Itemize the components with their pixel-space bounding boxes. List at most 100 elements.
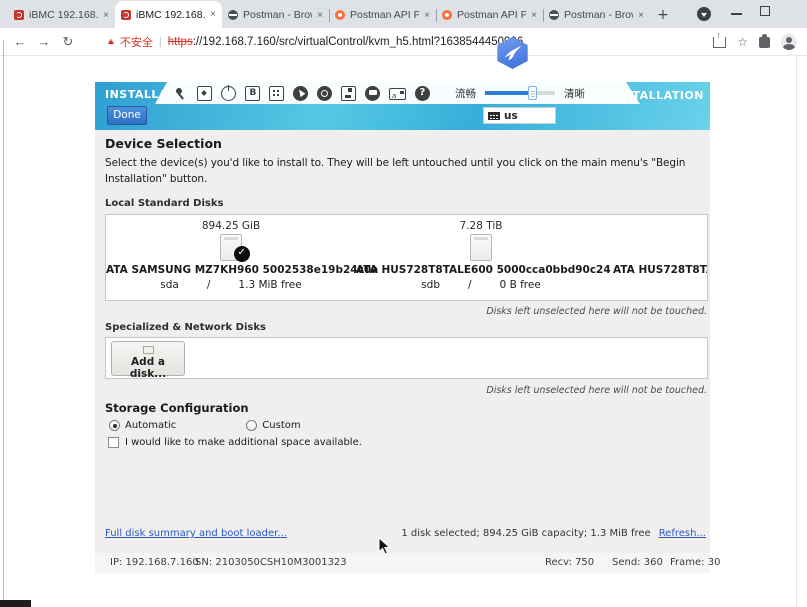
disk-detail-row: sdc bbox=[606, 279, 708, 291]
tab-close-icon[interactable]: × bbox=[210, 9, 216, 20]
disk-dev: sda bbox=[160, 279, 179, 291]
warning-triangle-icon: ! bbox=[106, 36, 116, 47]
disk-size: 7.28 TiB bbox=[356, 220, 606, 232]
window-minimize-button[interactable] bbox=[731, 13, 742, 15]
done-button[interactable]: Done bbox=[107, 106, 147, 125]
tab-close-icon[interactable]: × bbox=[317, 10, 323, 21]
extensions-icon[interactable] bbox=[759, 37, 770, 48]
full-disk-summary-link[interactable]: Full disk summary and boot loader... bbox=[105, 528, 287, 539]
window-maximize-button[interactable] bbox=[760, 6, 770, 16]
new-tab-button[interactable]: + bbox=[650, 2, 676, 28]
disk-separator: / bbox=[207, 279, 211, 291]
mouse-icon[interactable] bbox=[293, 86, 308, 101]
globe-icon bbox=[228, 10, 238, 20]
back-icon[interactable] bbox=[8, 34, 32, 49]
tab-close-icon[interactable]: × bbox=[424, 10, 430, 21]
url-scheme[interactable]: https bbox=[168, 36, 193, 48]
status-sn: SN: 2103050CSH10M3001323 bbox=[195, 557, 347, 568]
screen-icon[interactable] bbox=[365, 86, 380, 101]
tab-close-icon[interactable]: × bbox=[103, 10, 109, 21]
radio-custom-label: Custom bbox=[262, 420, 300, 431]
bird-icon bbox=[502, 43, 524, 63]
disk-free: 0 B free bbox=[500, 279, 541, 291]
bookmark-star-icon[interactable] bbox=[737, 35, 748, 49]
tab-title: iBMC 192.168.7.16 bbox=[29, 9, 98, 21]
disk-detail-row: sdb / 0 B free bbox=[356, 279, 606, 291]
url-text[interactable]: ://192.168.7.160/src/virtualControl/kvm_… bbox=[193, 36, 524, 48]
pin-icon[interactable] bbox=[173, 86, 188, 101]
status-recv: Recv: 750 bbox=[545, 557, 594, 568]
slider-fill bbox=[485, 91, 531, 95]
disk-size: 7 bbox=[606, 220, 708, 232]
share-icon[interactable] bbox=[713, 37, 726, 48]
page-title: Device Selection bbox=[105, 136, 222, 151]
storage-config-options: Automatic Custom bbox=[109, 420, 301, 431]
disk-sdb[interactable]: 7.28 TiB ATA HUS728T8TALE600 5000cca0bbd… bbox=[356, 220, 606, 291]
tab-postman-browse-2[interactable]: Postman - Browse × bbox=[543, 2, 650, 28]
floppy-icon[interactable] bbox=[341, 86, 356, 101]
quality-low-label: 流畅 bbox=[455, 86, 476, 101]
address-bar-actions bbox=[713, 28, 797, 56]
tab-close-icon[interactable]: × bbox=[638, 10, 644, 21]
tab-ibmc-2-active[interactable]: iBMC 192.168.7.16 × bbox=[115, 1, 222, 28]
fullscreen-icon[interactable] bbox=[197, 86, 212, 101]
profile-avatar[interactable] bbox=[781, 34, 797, 50]
disk-dev: sdb bbox=[421, 279, 440, 291]
specialized-disks-panel: Add a disk... bbox=[105, 337, 708, 379]
refresh-link[interactable]: Refresh... bbox=[659, 528, 706, 539]
selection-summary-group: 1 disk selected; 894.25 GiB capacity; 1.… bbox=[401, 528, 706, 539]
slider-handle[interactable] bbox=[528, 86, 537, 100]
kvm-toolbar: 流畅 清晰 bbox=[155, 82, 640, 104]
scrollbar-track[interactable] bbox=[796, 56, 797, 607]
tab-close-icon[interactable]: × bbox=[531, 10, 537, 21]
radio-automatic[interactable] bbox=[109, 420, 120, 431]
specialized-disks-label: Specialized & Network Disks bbox=[105, 322, 266, 333]
mouse-cursor bbox=[378, 537, 391, 560]
postman-icon bbox=[442, 10, 452, 20]
quality-slider[interactable] bbox=[485, 86, 555, 100]
tab-title: Postman - Browse bbox=[243, 9, 312, 21]
disk-name: ATA HUS728T8TALE600 5000cca0bbd90c24 bbox=[356, 264, 606, 276]
disk-free: 1.3 MiB free bbox=[238, 279, 301, 291]
tab-title: Postman - Browse bbox=[564, 9, 633, 21]
browser-update-icon[interactable] bbox=[697, 7, 711, 21]
disk-name: ATA SAMSUNG MZ7KH960 5002538e19b24c0a bbox=[106, 264, 356, 276]
disk-name: ATA HUS728T8TAL bbox=[606, 264, 708, 276]
kvm-status-bar: IP: 192.168.7.160 SN: 2103050CSH10M30013… bbox=[95, 553, 710, 573]
virtual-keyboard-icon[interactable] bbox=[389, 88, 406, 100]
screen-corner-mark bbox=[0, 600, 31, 607]
tab-postman-api-1[interactable]: Postman API Platfo × bbox=[329, 2, 436, 28]
keyboard-b-icon[interactable] bbox=[245, 86, 260, 101]
selection-summary: 1 disk selected; 894.25 GiB capacity; 1.… bbox=[401, 528, 650, 539]
additional-space-label: I would like to make additional space av… bbox=[125, 437, 362, 448]
disk-size: 894.25 GiB bbox=[106, 220, 356, 232]
local-disks-panel: 894.25 GiB ATA SAMSUNG MZ7KH960 5002538e… bbox=[105, 214, 708, 301]
tab-postman-browse-1[interactable]: Postman - Browse × bbox=[222, 2, 329, 28]
unselected-note: Disks left unselected here will not be t… bbox=[104, 306, 707, 317]
radio-automatic-label: Automatic bbox=[125, 420, 176, 431]
browser-tab-strip: iBMC 192.168.7.16 × iBMC 192.168.7.16 × … bbox=[0, 0, 807, 28]
installer-content: Device Selection Select the device(s) yo… bbox=[95, 130, 710, 553]
tab-postman-api-2[interactable]: Postman API Platfo × bbox=[436, 2, 543, 28]
forward-icon[interactable] bbox=[32, 34, 56, 49]
disk-separator: / bbox=[468, 279, 472, 291]
security-indicator[interactable]: ! 不安全 bbox=[106, 34, 153, 50]
tab-ibmc-1[interactable]: iBMC 192.168.7.16 × bbox=[8, 2, 115, 28]
url-divider: | bbox=[159, 36, 162, 48]
help-icon[interactable] bbox=[415, 86, 430, 101]
ibmc-icon bbox=[14, 10, 24, 20]
power-icon[interactable] bbox=[221, 86, 236, 101]
disk-sda[interactable]: 894.25 GiB ATA SAMSUNG MZ7KH960 5002538e… bbox=[106, 220, 356, 291]
cdrom-icon[interactable] bbox=[317, 86, 332, 101]
radio-custom[interactable] bbox=[246, 420, 257, 431]
additional-space-checkbox[interactable] bbox=[108, 437, 119, 448]
reload-icon[interactable] bbox=[56, 34, 80, 50]
tab-title: Postman API Platfo bbox=[350, 9, 419, 21]
send-key-icon[interactable] bbox=[269, 86, 284, 101]
disk-sdc[interactable]: 7 ATA HUS728T8TAL sdc bbox=[606, 220, 708, 291]
tab-title: Postman API Platfo bbox=[457, 9, 526, 21]
keyboard-layout-indicator[interactable]: us bbox=[483, 107, 556, 124]
add-disk-button[interactable]: Add a disk... bbox=[111, 341, 185, 376]
quality-high-label: 清晰 bbox=[564, 86, 585, 101]
tab-list: iBMC 192.168.7.16 × iBMC 192.168.7.16 × … bbox=[8, 0, 676, 28]
